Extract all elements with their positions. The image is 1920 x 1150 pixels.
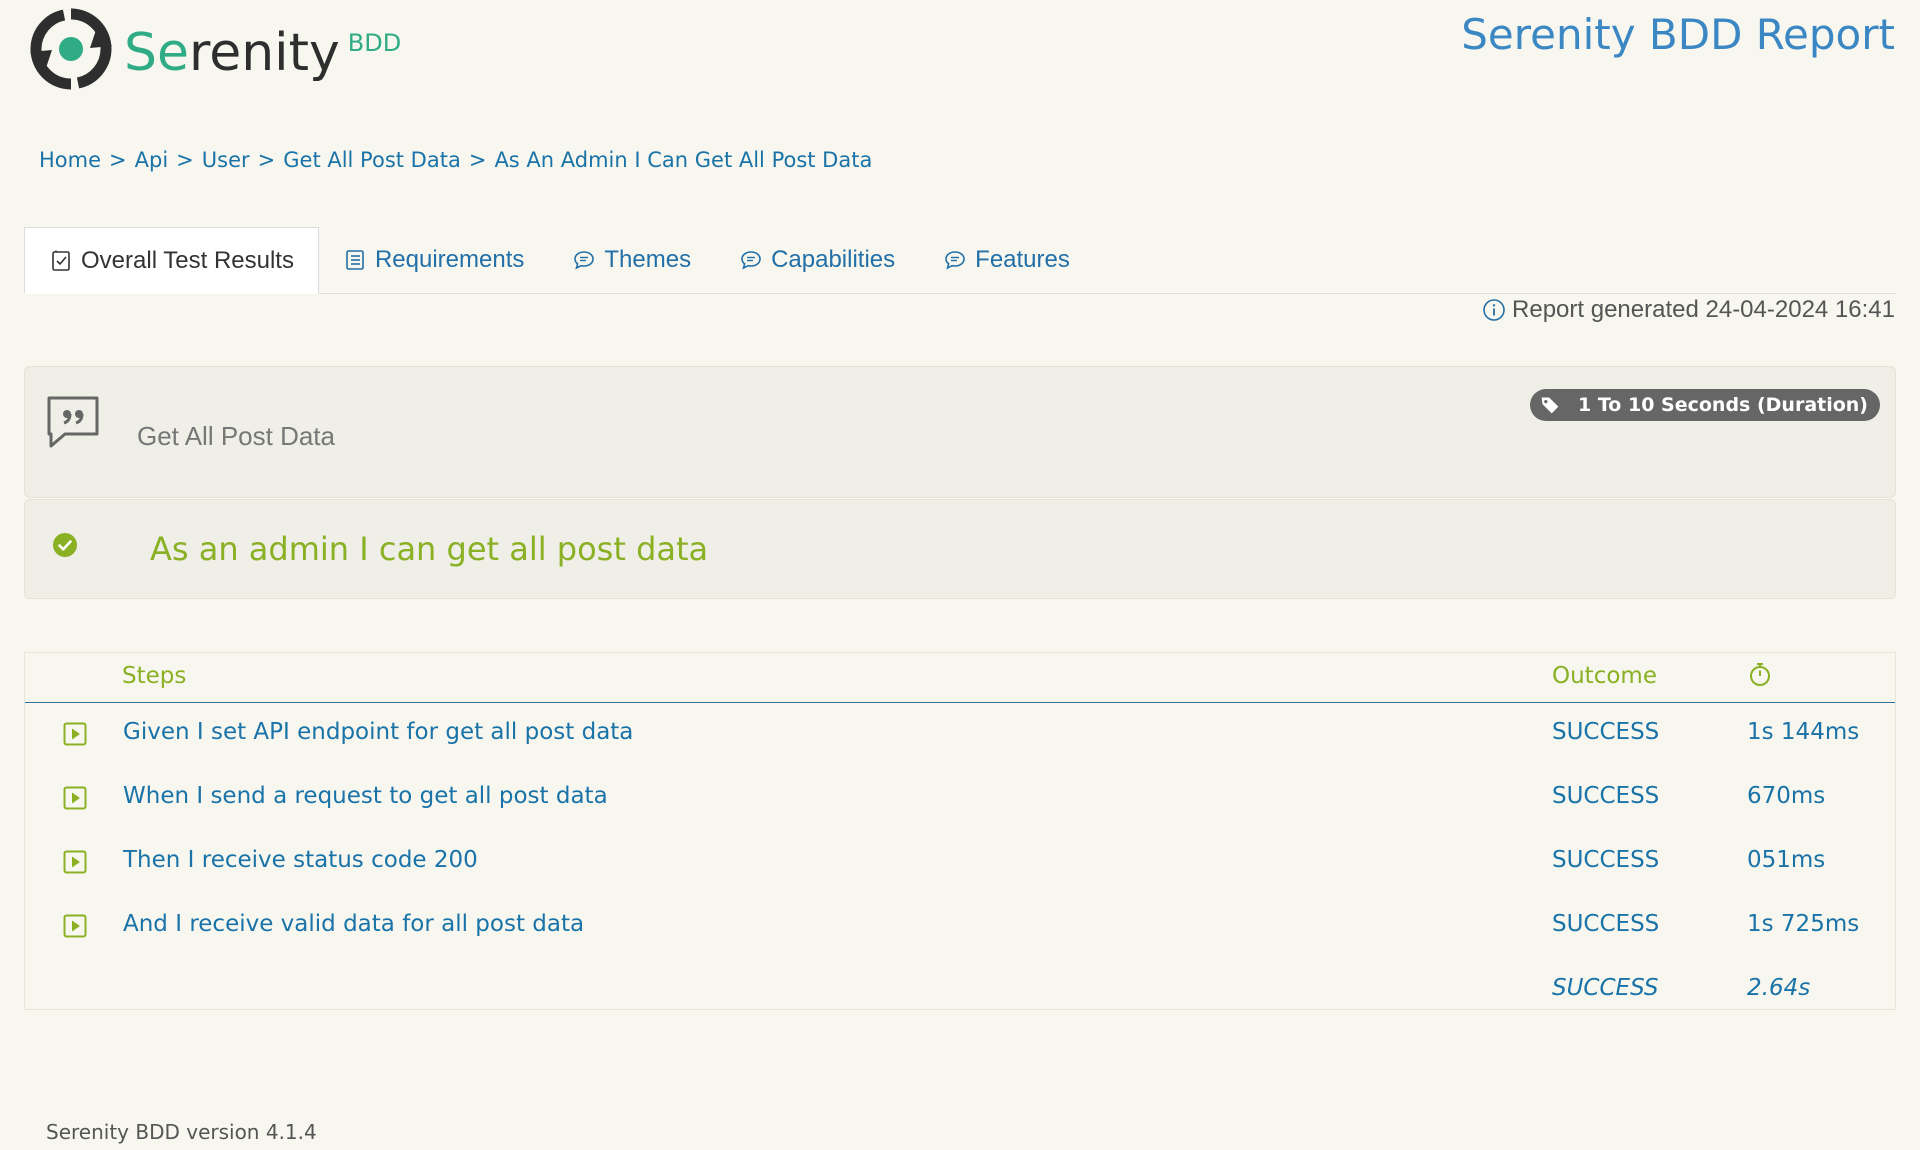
step-duration: 1s 144ms xyxy=(1747,719,1860,745)
breadcrumb: Home > Api > User > Get All Post Data > As An Ad… xyxy=(39,148,872,172)
table-row: Then I receive status code 200 SUCCESS 0… xyxy=(25,831,1895,895)
info-icon xyxy=(1483,299,1505,321)
feature-panel: Get All Post Data 1 To 10 Seconds (Durat… xyxy=(24,366,1896,498)
expand-step-icon[interactable] xyxy=(63,850,87,874)
tag-icon xyxy=(1541,397,1559,414)
step-duration: 051ms xyxy=(1747,847,1826,873)
quote-comment-icon xyxy=(47,396,99,448)
breadcrumb-separator: > xyxy=(468,148,487,172)
step-description[interactable]: Then I receive status code 200 xyxy=(123,847,478,873)
report-page: Serenity BDD Serenity BDD Report Home > Ap… xyxy=(0,0,1920,1150)
expand-step-icon[interactable] xyxy=(63,786,87,810)
report-generated: Report generated 24-04-2024 16:41 xyxy=(1482,296,1895,324)
table-row: Given I set API endpoint for get all pos… xyxy=(25,703,1895,767)
steps-table-header: Steps Outcome xyxy=(25,653,1895,703)
report-title: Serenity BDD Report xyxy=(1461,10,1895,59)
table-row: When I send a request to get all post da… xyxy=(25,767,1895,831)
breadcrumb-get-all-post-data[interactable]: Get All Post Data xyxy=(283,148,461,172)
expand-step-icon[interactable] xyxy=(63,722,87,746)
tab-themes[interactable]: Themes xyxy=(548,227,715,293)
table-row: And I receive valid data for all post da… xyxy=(25,895,1895,959)
comment-icon xyxy=(945,251,965,270)
step-outcome: SUCCESS xyxy=(1552,911,1660,937)
checklist-icon xyxy=(52,250,70,271)
tab-label: Capabilities xyxy=(771,246,896,273)
logo-bdd: BDD xyxy=(347,29,402,57)
duration-tag[interactable]: 1 To 10 Seconds (Duration) xyxy=(1530,389,1880,421)
logo-wordmark: Serenity xyxy=(124,27,340,79)
step-duration: 1s 725ms xyxy=(1747,911,1860,937)
table-total-row: SUCCESS 2.64s xyxy=(25,959,1895,1023)
check-circle-icon xyxy=(53,533,77,557)
steps-table: Steps Outcome Given I set API endpoint f… xyxy=(24,652,1896,1010)
total-duration: 2.64s xyxy=(1747,975,1811,1001)
breadcrumb-home[interactable]: Home xyxy=(39,148,101,172)
tab-bar: Overall Test Results Requirements Themes xyxy=(24,227,1896,294)
step-outcome: SUCCESS xyxy=(1552,719,1660,745)
stopwatch-icon xyxy=(1750,663,1770,686)
tab-requirements[interactable]: Requirements xyxy=(319,227,548,293)
step-description[interactable]: When I send a request to get all post da… xyxy=(123,783,608,809)
step-description[interactable]: And I receive valid data for all post da… xyxy=(123,911,584,937)
feature-title: Get All Post Data xyxy=(137,421,335,451)
report-generated-text: Report generated 24-04-2024 16:41 xyxy=(1512,296,1895,323)
scenario-title: As an admin I can get all post data xyxy=(150,530,709,568)
breadcrumb-separator: > xyxy=(257,148,276,172)
tab-label: Requirements xyxy=(374,246,525,273)
step-duration: 670ms xyxy=(1747,783,1826,809)
breadcrumb-scenario[interactable]: As An Admin I Can Get All Post Data xyxy=(494,148,872,172)
expand-step-icon[interactable] xyxy=(63,914,87,938)
step-outcome: SUCCESS xyxy=(1552,847,1660,873)
list-icon xyxy=(346,250,364,270)
serenity-logo-icon xyxy=(30,8,112,90)
breadcrumb-api[interactable]: Api xyxy=(135,148,169,172)
comment-icon xyxy=(574,251,595,270)
tab-features[interactable]: Features xyxy=(919,227,1094,293)
total-outcome: SUCCESS xyxy=(1552,975,1659,1001)
column-header-outcome: Outcome xyxy=(1552,663,1657,689)
tab-capabilities[interactable]: Capabilities xyxy=(715,227,919,293)
tab-label: Features xyxy=(975,246,1070,273)
logo-wordmark-rest: renity xyxy=(189,23,340,83)
footer-version: Serenity BDD version 4.1.4 xyxy=(46,1120,317,1144)
scenario-panel: As an admin I can get all post data xyxy=(24,499,1896,599)
breadcrumb-separator: > xyxy=(109,148,127,172)
tab-label: Overall Test Results xyxy=(81,246,294,274)
logo-wordmark-prefix: Se xyxy=(124,23,189,83)
column-header-steps: Steps xyxy=(122,663,187,689)
breadcrumb-separator: > xyxy=(176,148,194,172)
serenity-logo[interactable]: Serenity BDD xyxy=(30,8,401,90)
tab-overall-test-results[interactable]: Overall Test Results xyxy=(24,227,319,294)
tab-label: Themes xyxy=(604,246,692,273)
comment-icon xyxy=(741,251,761,270)
duration-tag-label: 1 To 10 Seconds (Duration) xyxy=(1578,394,1868,416)
step-outcome: SUCCESS xyxy=(1552,783,1660,809)
breadcrumb-user[interactable]: User xyxy=(202,148,250,172)
step-description[interactable]: Given I set API endpoint for get all pos… xyxy=(123,719,633,745)
